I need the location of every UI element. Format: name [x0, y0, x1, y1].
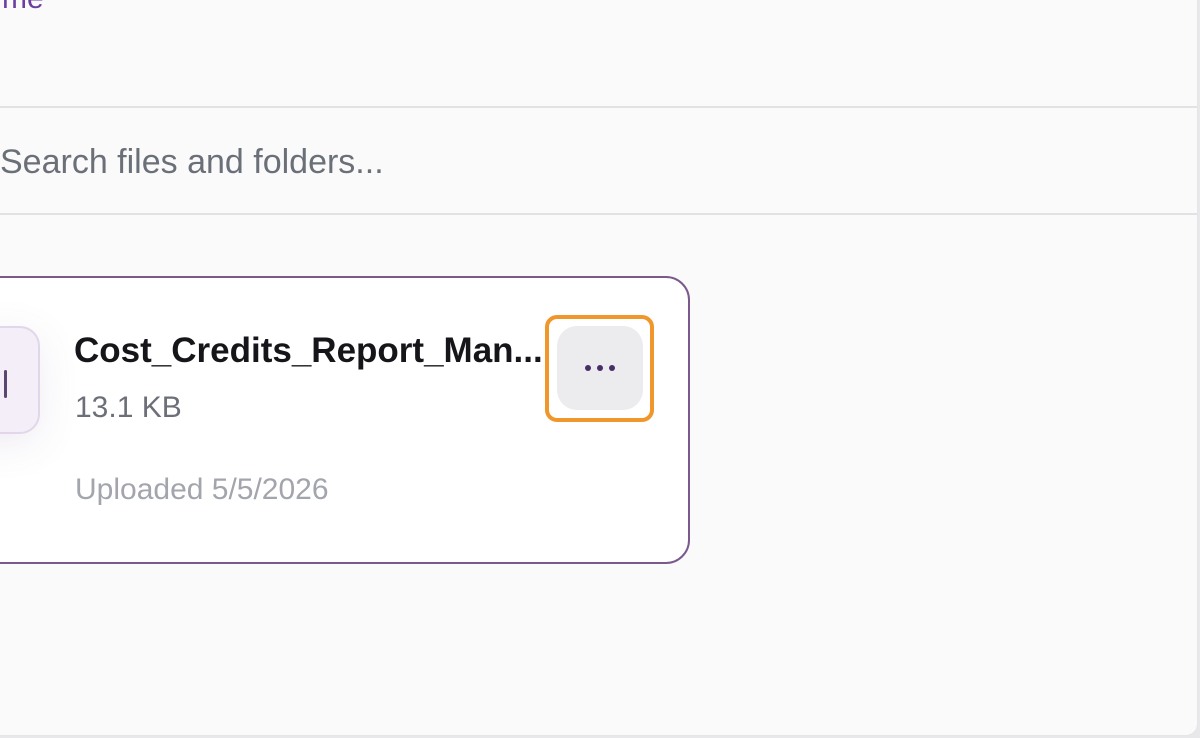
file-name: Cost_Credits_Report_Man... — [74, 331, 543, 370]
more-horizontal-icon — [585, 365, 615, 371]
upload-date: Uploaded 5/5/2026 — [75, 473, 329, 506]
search-divider-bottom — [0, 213, 1197, 215]
app-panel: me Cost_Credits_Report_Man... 13.1 KB Up… — [0, 0, 1198, 736]
search-input[interactable] — [0, 134, 900, 190]
page-title: me — [2, 0, 44, 14]
search-divider-top — [0, 106, 1197, 108]
more-actions-button[interactable] — [557, 326, 643, 410]
file-thumbnail — [0, 326, 40, 434]
file-icon — [4, 370, 7, 398]
file-size: 13.1 KB — [75, 391, 182, 424]
